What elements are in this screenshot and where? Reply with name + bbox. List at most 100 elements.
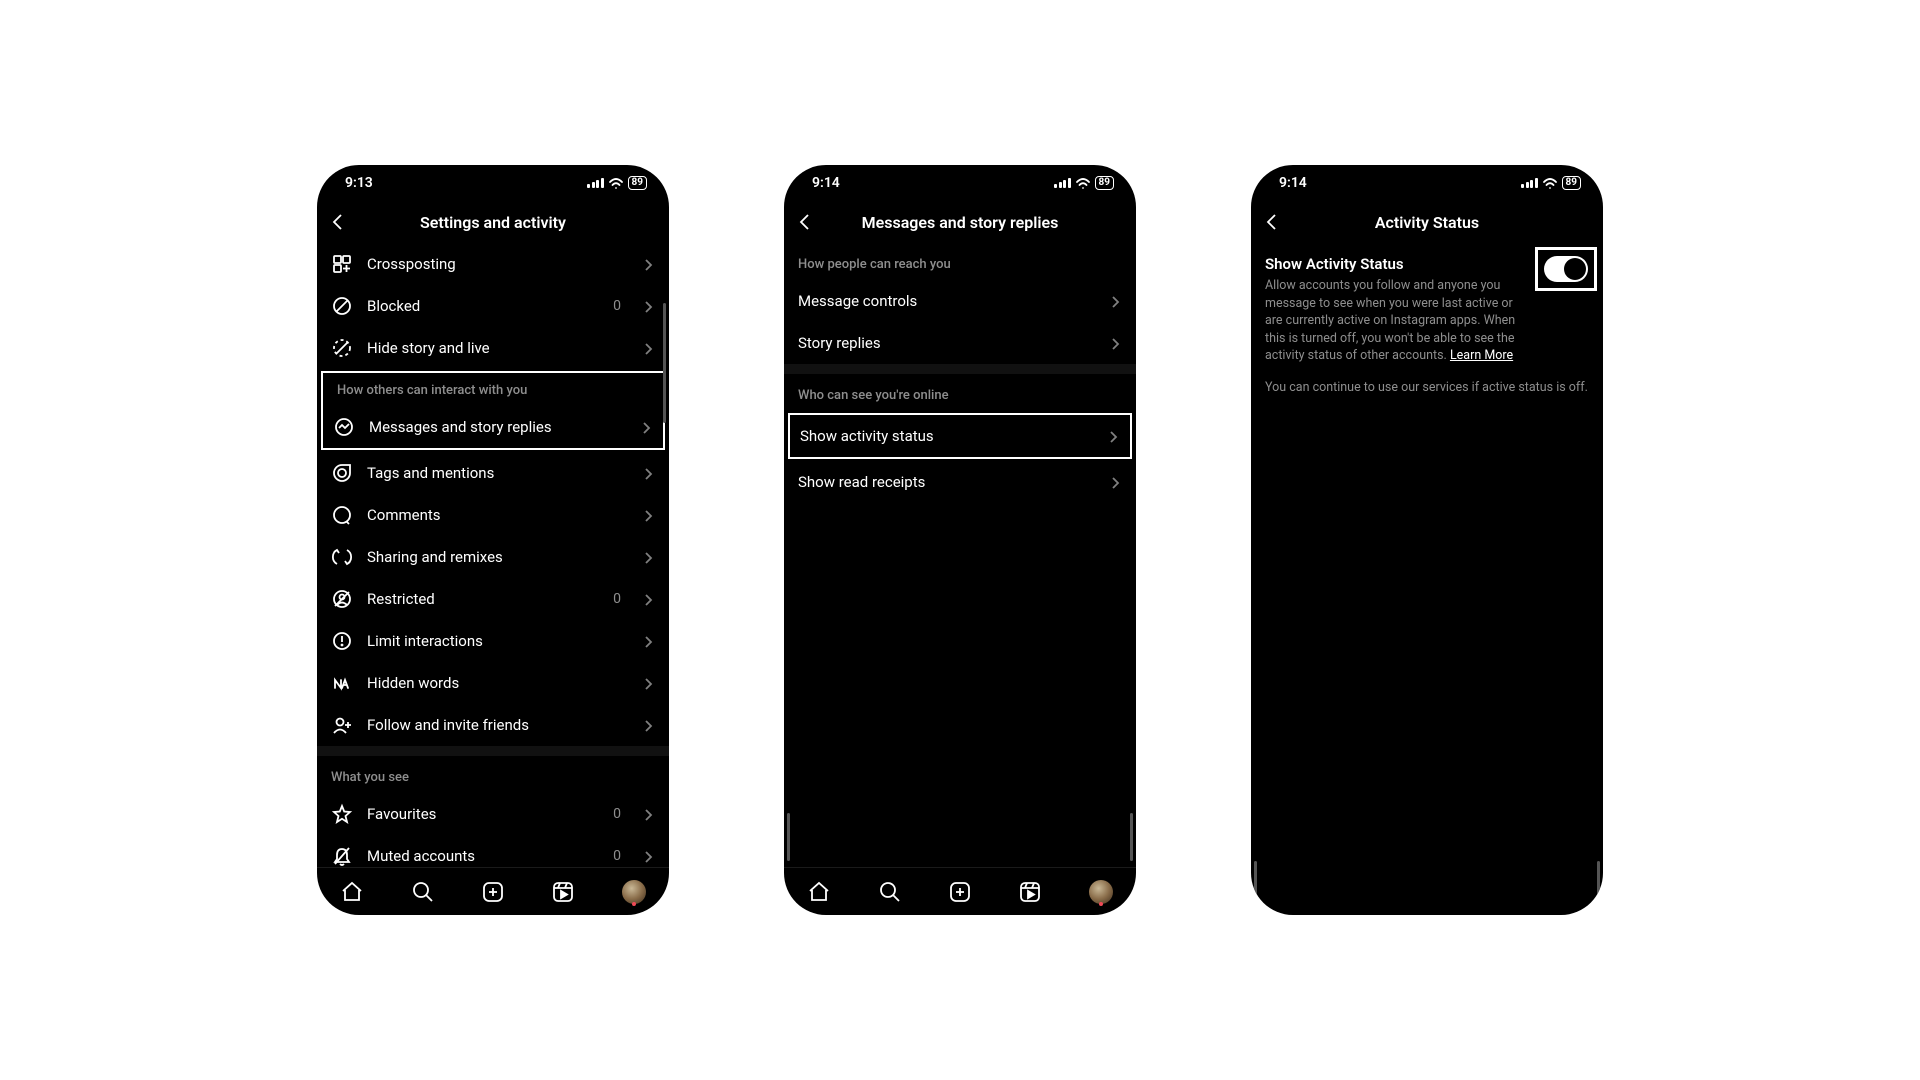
toggle-knob — [1564, 258, 1586, 280]
row-label: Tags and mentions — [367, 464, 627, 482]
nav-profile[interactable] — [1089, 880, 1113, 904]
row-label: Messages and story replies — [369, 418, 625, 436]
chevron-right-icon — [641, 849, 655, 863]
scrollbar[interactable] — [1130, 813, 1133, 861]
row-favourites[interactable]: Favourites 0 — [317, 793, 669, 835]
chevron-right-icon — [641, 257, 655, 271]
row-follow-invite[interactable]: Follow and invite friends — [317, 704, 669, 746]
status-time: 9:14 — [1279, 175, 1307, 191]
chevron-right-icon — [641, 718, 655, 732]
phone-activity-status: 9:14 89 Activity Status Show Activity St… — [1251, 165, 1603, 915]
page-title: Settings and activity — [317, 213, 669, 232]
row-crossposting[interactable]: Crossposting — [317, 243, 669, 285]
nav-search-icon[interactable] — [411, 880, 435, 904]
row-comments[interactable]: Comments — [317, 494, 669, 536]
row-muted-accounts[interactable]: Muted accounts 0 — [317, 835, 669, 867]
row-label: Follow and invite friends — [367, 716, 627, 734]
nav-home-icon[interactable] — [807, 880, 831, 904]
row-label: Hidden words — [367, 674, 627, 692]
scrollbar[interactable] — [787, 813, 790, 861]
row-show-activity-status[interactable]: Show activity status — [790, 415, 1130, 457]
nav-search-icon[interactable] — [878, 880, 902, 904]
row-hide-story[interactable]: Hide story and live — [317, 327, 669, 369]
row-label: Story replies — [798, 334, 1094, 352]
chevron-right-icon — [641, 341, 655, 355]
scrollbar[interactable] — [1254, 861, 1257, 909]
cellular-icon — [587, 178, 604, 188]
row-sharing-remixes[interactable]: Sharing and remixes — [317, 536, 669, 578]
row-label: Crossposting — [367, 255, 627, 273]
nav-profile[interactable] — [622, 880, 646, 904]
notification-dot-icon — [1099, 902, 1103, 906]
star-icon — [331, 803, 353, 825]
row-show-read-receipts[interactable]: Show read receipts — [784, 461, 1136, 503]
avatar — [1089, 880, 1113, 904]
cellular-icon — [1521, 178, 1538, 188]
hide-story-icon — [331, 337, 353, 359]
nav-create-icon[interactable] — [481, 880, 505, 904]
row-label: Comments — [367, 506, 627, 524]
battery-indicator: 89 — [628, 176, 647, 190]
status-bar: 9:14 89 — [784, 165, 1136, 201]
row-label: Show activity status — [800, 427, 1092, 445]
row-hidden-words[interactable]: Hidden words — [317, 662, 669, 704]
chevron-right-icon — [641, 299, 655, 313]
nav-create-icon[interactable] — [948, 880, 972, 904]
wifi-icon — [608, 177, 624, 189]
nav-header: Activity Status — [1251, 201, 1603, 243]
row-label: Limit interactions — [367, 632, 627, 650]
content-area: Show Activity Status Allow accounts you … — [1251, 243, 1603, 915]
status-indicators: 89 — [587, 176, 647, 190]
restricted-icon — [331, 588, 353, 610]
chevron-right-icon — [1106, 429, 1120, 443]
status-bar: 9:14 89 — [1251, 165, 1603, 201]
avatar — [622, 880, 646, 904]
learn-more-link[interactable]: Learn More — [1450, 348, 1513, 363]
nav-home-icon[interactable] — [340, 880, 364, 904]
status-indicators: 89 — [1521, 176, 1581, 190]
chevron-right-icon — [641, 676, 655, 690]
row-tags-mentions[interactable]: Tags and mentions — [317, 452, 669, 494]
activity-status-toggle[interactable] — [1544, 256, 1588, 282]
wifi-icon — [1542, 177, 1558, 189]
row-message-controls[interactable]: Message controls — [784, 280, 1136, 322]
status-time: 9:13 — [345, 175, 373, 191]
section-header-reach: How people can reach you — [784, 243, 1136, 280]
highlight-activity-status: Show activity status — [788, 413, 1132, 459]
follow-invite-icon — [331, 714, 353, 736]
comments-icon — [331, 504, 353, 526]
cellular-icon — [1054, 178, 1071, 188]
scrollbar[interactable] — [1597, 861, 1600, 909]
row-label: Message controls — [798, 292, 1094, 310]
chevron-right-icon — [641, 592, 655, 606]
crossposting-icon — [331, 253, 353, 275]
row-badge: 0 — [613, 298, 621, 314]
section-divider — [784, 364, 1136, 374]
row-label: Muted accounts — [367, 847, 599, 865]
wifi-icon — [1075, 177, 1091, 189]
sharing-icon — [331, 546, 353, 568]
blocked-icon — [331, 295, 353, 317]
row-limit-interactions[interactable]: Limit interactions — [317, 620, 669, 662]
nav-reels-icon[interactable] — [551, 880, 575, 904]
row-label: Blocked — [367, 297, 599, 315]
row-blocked[interactable]: Blocked 0 — [317, 285, 669, 327]
status-indicators: 89 — [1054, 176, 1114, 190]
notification-dot-icon — [632, 902, 636, 906]
chevron-right-icon — [1108, 294, 1122, 308]
battery-indicator: 89 — [1095, 176, 1114, 190]
scrollbar[interactable] — [663, 303, 666, 423]
row-label: Hide story and live — [367, 339, 627, 357]
nav-reels-icon[interactable] — [1018, 880, 1042, 904]
chevron-right-icon — [639, 420, 653, 434]
section-header-interact: How others can interact with you — [323, 373, 663, 406]
chevron-right-icon — [641, 466, 655, 480]
row-messages-story-replies[interactable]: Messages and story replies — [323, 406, 663, 448]
chevron-right-icon — [641, 807, 655, 821]
content-area: How people can reach you Message control… — [784, 243, 1136, 867]
bottom-nav — [784, 867, 1136, 915]
row-restricted[interactable]: Restricted 0 — [317, 578, 669, 620]
row-story-replies[interactable]: Story replies — [784, 322, 1136, 364]
row-label: Sharing and remixes — [367, 548, 627, 566]
status-time: 9:14 — [812, 175, 840, 191]
